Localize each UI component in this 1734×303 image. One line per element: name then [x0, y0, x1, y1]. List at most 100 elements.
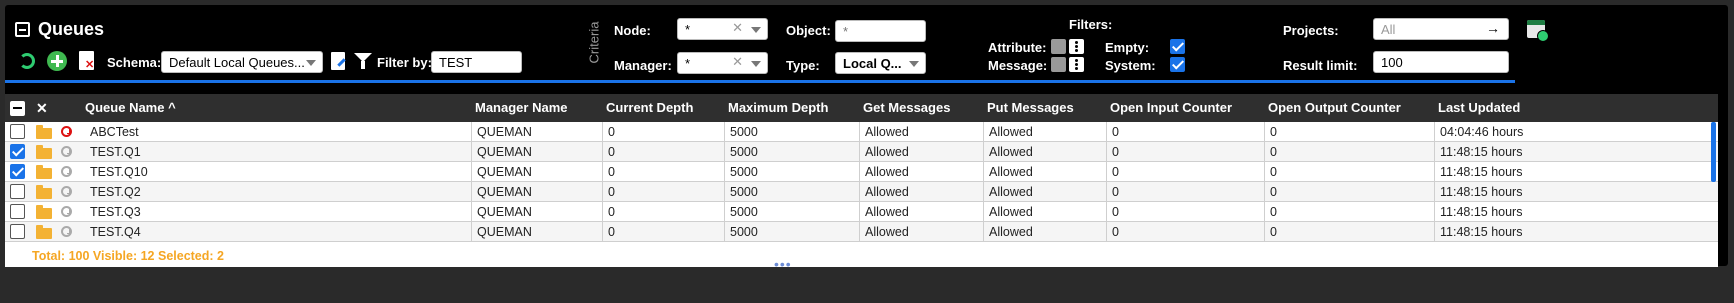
table-cell: QUEMAN [471, 142, 602, 162]
empty-label: Empty: [1105, 40, 1150, 55]
message-options-icon[interactable] [1069, 57, 1084, 72]
row-checkbox[interactable] [10, 144, 25, 159]
row-checkbox[interactable] [10, 164, 25, 179]
row-checkbox[interactable] [10, 224, 25, 239]
column-header[interactable]: Last Updated [1438, 94, 1520, 122]
table-row[interactable]: TEST.Q3 QUEMAN 0 5000 Allowed Allowed 0 0 11:48:… [5, 202, 1718, 222]
chevron-down-icon [751, 27, 761, 33]
add-icon[interactable] [47, 51, 67, 71]
table-cell: 0 [602, 202, 724, 222]
node-label: Node: [614, 23, 651, 38]
table-cell: 5000 [724, 142, 859, 162]
export-icon[interactable] [1527, 20, 1549, 42]
folder-icon[interactable] [36, 225, 52, 239]
table-cell: QUEMAN [471, 182, 602, 202]
table-cell: 0 [1264, 142, 1434, 162]
schema-label: Schema: [107, 55, 162, 70]
manager-select[interactable]: * ✕ [677, 52, 768, 74]
row-checkbox[interactable] [10, 124, 25, 139]
table-cell: 0 [1106, 222, 1264, 242]
table-row[interactable]: TEST.Q4 QUEMAN 0 5000 Allowed Allowed 0 0 11:48:… [5, 222, 1718, 242]
table-row[interactable]: TEST.Q10 QUEMAN 0 5000 Allowed Allowed 0 0 11:48… [5, 162, 1718, 182]
table-row[interactable]: TEST.Q2 QUEMAN 0 5000 Allowed Allowed 0 0 11:48:… [5, 182, 1718, 202]
result-limit-input[interactable]: 100 [1373, 51, 1509, 73]
collapse-icon[interactable] [15, 22, 30, 37]
column-header[interactable]: Manager Name [475, 94, 567, 122]
table-cell: Allowed [983, 182, 1106, 202]
clear-icon[interactable]: ✕ [732, 54, 743, 70]
table-cell: 11:48:15 hours [1434, 142, 1718, 162]
filters-title: Filters: [1069, 17, 1113, 32]
type-select[interactable]: Local Q... [835, 52, 926, 74]
folder-icon[interactable] [36, 185, 52, 199]
table-cell: 0 [602, 222, 724, 242]
scrollbar[interactable] [1711, 122, 1716, 182]
folder-icon[interactable] [36, 145, 52, 159]
table-cell: 0 [602, 142, 724, 162]
chevron-down-icon [751, 61, 761, 67]
object-input[interactable] [835, 20, 926, 42]
type-label: Type: [786, 58, 820, 73]
select-all-checkbox[interactable] [10, 101, 25, 116]
table-cell: 0 [1264, 202, 1434, 222]
table-cell: 5000 [724, 182, 859, 202]
clear-selection-icon[interactable]: ✕ [36, 100, 48, 117]
column-header[interactable]: Open Input Counter [1110, 94, 1232, 122]
table-cell: QUEMAN [471, 202, 602, 222]
table-cell: Allowed [983, 222, 1106, 242]
table-cell: 5000 [724, 162, 859, 182]
table-cell: 0 [1264, 182, 1434, 202]
folder-icon[interactable] [36, 205, 52, 219]
column-header[interactable]: Queue Name ^ [85, 94, 176, 122]
attribute-options-icon[interactable] [1069, 39, 1084, 54]
clock-icon [61, 126, 72, 137]
column-header[interactable]: Current Depth [606, 94, 693, 122]
arrow-right-icon[interactable]: → [1486, 20, 1500, 36]
refresh-icon[interactable] [19, 53, 35, 69]
table-cell: Allowed [859, 182, 983, 202]
table-cell: 11:48:15 hours [1434, 222, 1718, 242]
table-cell: 11:48:15 hours [1434, 162, 1718, 182]
table-row[interactable]: TEST.Q1 QUEMAN 0 5000 Allowed Allowed 0 0 11:48:… [5, 142, 1718, 162]
clock-icon [61, 226, 72, 237]
folder-icon[interactable] [36, 165, 52, 179]
column-header[interactable]: Get Messages [863, 94, 950, 122]
table-row[interactable]: ABCTest QUEMAN 0 5000 Allowed Allowed 0 0 04:04:… [5, 122, 1718, 142]
table-cell: ABCTest [90, 125, 139, 139]
attribute-checkbox[interactable] [1051, 39, 1066, 54]
filter-by-input[interactable]: TEST [431, 51, 522, 73]
empty-checkbox[interactable] [1170, 39, 1185, 54]
table-cell: 11:48:15 hours [1434, 202, 1718, 222]
table-cell: 04:04:46 hours [1434, 122, 1718, 142]
system-checkbox[interactable] [1170, 57, 1185, 72]
table-cell: TEST.Q10 [90, 165, 148, 179]
schema-select[interactable]: Default Local Queues... [161, 51, 323, 73]
clock-icon [61, 186, 72, 197]
system-label: System: [1105, 58, 1156, 73]
chevron-down-icon [306, 60, 316, 66]
filter-by-label: Filter by: [377, 55, 432, 70]
table-header: ✕ Queue Name ^ Manager Name Current Dept… [5, 94, 1718, 122]
delete-document-icon[interactable]: ✕ [79, 51, 94, 71]
message-label: Message: [988, 58, 1048, 73]
table-cell: Allowed [983, 202, 1106, 222]
clear-icon[interactable]: ✕ [732, 20, 743, 36]
column-header[interactable]: Maximum Depth [728, 94, 828, 122]
edit-schema-icon[interactable] [331, 52, 346, 70]
message-checkbox[interactable] [1051, 57, 1066, 72]
node-select[interactable]: * ✕ [677, 18, 768, 40]
table-cell: Allowed [859, 122, 983, 142]
table-cell: 5000 [724, 222, 859, 242]
table-cell: TEST.Q3 [90, 205, 141, 219]
row-checkbox[interactable] [10, 204, 25, 219]
column-header[interactable]: Open Output Counter [1268, 94, 1401, 122]
row-checkbox[interactable] [10, 184, 25, 199]
clock-icon [61, 146, 72, 157]
chevron-down-icon [909, 61, 919, 67]
object-label: Object: [786, 23, 831, 38]
resize-handle-icon[interactable]: ••• [774, 257, 792, 271]
table-cell: Allowed [859, 142, 983, 162]
projects-select[interactable]: All → [1373, 18, 1509, 40]
column-header[interactable]: Put Messages [987, 94, 1074, 122]
folder-icon[interactable] [36, 125, 52, 139]
